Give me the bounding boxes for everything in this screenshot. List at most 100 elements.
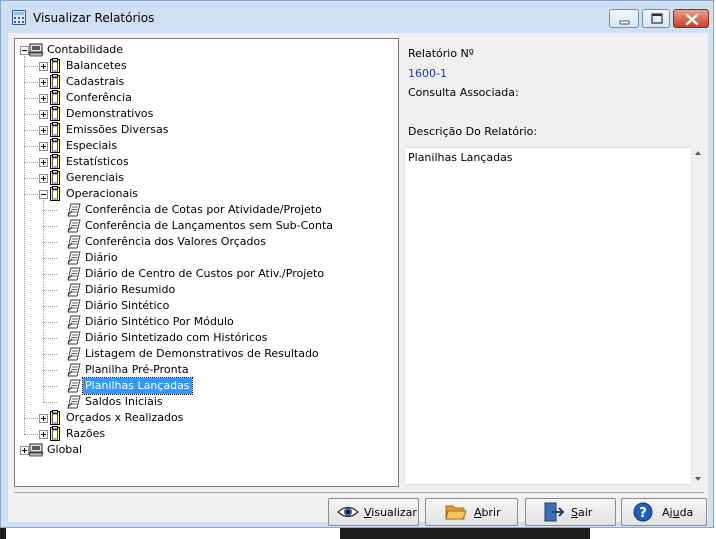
visualizar-label-post: isualizar	[371, 506, 417, 519]
tree-item[interactable]: Orçados x Realizados	[66, 410, 183, 426]
folder-icon	[47, 186, 63, 202]
tree-item[interactable]: Emissões Diversas	[66, 122, 168, 138]
tree-connector-line	[24, 82, 38, 83]
tree-connector-line	[43, 402, 57, 403]
scroll-up-arrow-icon[interactable]	[695, 151, 701, 155]
help-icon: ?	[633, 502, 653, 522]
report-description-box[interactable]: Planilhas Lançadas	[404, 147, 692, 485]
calculator-app-icon	[12, 10, 26, 25]
tree-item[interactable]: Diário Sintetizado com Históricos	[85, 330, 267, 346]
tree-item[interactable]: Estatísticos	[66, 154, 129, 170]
folder-icon	[47, 154, 63, 170]
tree-item[interactable]: Diário Sintético	[85, 298, 169, 314]
report-number-value: 1600-1	[408, 67, 447, 80]
tree-item[interactable]: Saldos Iniciais	[85, 394, 163, 410]
tree-item[interactable]: Gerenciais	[66, 170, 124, 186]
tree-item[interactable]: Operacionais	[66, 186, 138, 202]
tree-connector-line	[43, 370, 57, 371]
report-tree-view[interactable]: Contabilidade Balancetes Cadastrais Conferê…	[14, 38, 399, 487]
report-icon	[66, 394, 82, 410]
tree-connector-line	[43, 210, 57, 211]
visualizar-button[interactable]: Visualizar	[328, 498, 419, 526]
scroll-down-arrow-icon[interactable]	[695, 477, 701, 481]
folder-icon	[47, 138, 63, 154]
tree-connector-line	[24, 66, 38, 67]
close-button[interactable]	[673, 9, 709, 28]
report-number-label: Relatório Nº	[408, 47, 474, 60]
tree-connector-line	[43, 306, 57, 307]
report-viewer-window: Visualizar Relatórios Contabilidade Balan…	[0, 0, 714, 528]
tree-connector-line	[24, 114, 38, 115]
report-icon	[66, 298, 82, 314]
folder-icon	[47, 106, 63, 122]
tree-connector-line	[43, 290, 57, 291]
folder-open-icon	[445, 505, 467, 520]
tree-item[interactable]: Diário Sintético Por Módulo	[85, 314, 234, 330]
sair-button[interactable]: Sair	[525, 498, 616, 526]
report-icon	[66, 218, 82, 234]
maximize-button[interactable]	[642, 9, 670, 28]
maximize-icon	[651, 13, 663, 24]
report-icon	[66, 266, 82, 282]
window-title: Visualizar Relatórios	[33, 11, 155, 25]
exit-icon	[544, 502, 565, 522]
tree-connector-line	[24, 194, 38, 195]
ajuda-accesskey: u	[672, 506, 680, 519]
tree-item[interactable]: Especiais	[66, 138, 117, 154]
description-scrollbar[interactable]	[692, 147, 704, 485]
tree-item[interactable]: Diário de Centro de Custos por Ativ./Pro…	[85, 266, 324, 282]
computer-icon	[28, 442, 44, 458]
report-icon	[66, 202, 82, 218]
abrir-button[interactable]: Abrir	[425, 498, 518, 526]
tree-connector-line	[43, 338, 57, 339]
tree-connector-line	[43, 200, 44, 402]
tree-connector-line	[43, 258, 57, 259]
tree-connector-line	[24, 162, 38, 163]
report-icon	[66, 378, 82, 394]
tree-item[interactable]: Conferência dos Valores Orçados	[85, 234, 266, 250]
tree-connector-line	[24, 146, 38, 147]
report-icon	[66, 282, 82, 298]
tree-item[interactable]: Cadastrais	[66, 74, 124, 90]
tree-connector-line	[43, 386, 57, 387]
ajuda-label-post: da	[679, 506, 694, 519]
tree-connector-line	[24, 130, 38, 131]
report-icon	[66, 234, 82, 250]
tree-item[interactable]: Demonstrativos	[66, 106, 153, 122]
tree-item[interactable]: Conferência de Cotas por Atividade/Proje…	[85, 202, 322, 218]
tree-connector-line	[43, 322, 57, 323]
eye-icon	[337, 506, 359, 518]
tree-item-selected[interactable]: Planilhas Lançadas	[82, 377, 193, 395]
tree-connector-line	[43, 242, 57, 243]
tree-connector-line	[43, 274, 57, 275]
minimize-button[interactable]	[609, 9, 639, 28]
tree-connector-line	[24, 178, 38, 179]
abrir-label-post: brir	[481, 506, 501, 519]
tree-item[interactable]: Diário	[85, 250, 118, 266]
tree-item[interactable]: Global	[47, 442, 82, 458]
computer-icon	[28, 42, 44, 58]
title-bar[interactable]: Visualizar Relatórios	[1, 1, 713, 33]
tree-item[interactable]: Planilha Pré-Pronta	[85, 362, 189, 378]
ajuda-button[interactable]: ? Ajuda	[621, 498, 707, 526]
svg-text:?: ?	[639, 506, 647, 521]
report-icon	[66, 250, 82, 266]
tree-item[interactable]: Contabilidade	[47, 42, 123, 58]
folder-icon	[47, 170, 63, 186]
sair-label-post: air	[577, 506, 593, 519]
report-icon	[66, 346, 82, 362]
folder-icon	[47, 90, 63, 106]
tree-connector-line	[24, 56, 25, 434]
tree-connector-line	[43, 354, 57, 355]
tree-item[interactable]: Conferência	[66, 90, 132, 106]
tree-item[interactable]: Balancetes	[66, 58, 127, 74]
tree-item[interactable]: Razões	[66, 426, 105, 442]
folder-icon	[47, 58, 63, 74]
minimize-icon	[619, 20, 630, 25]
tree-item[interactable]: Listagem de Demonstrativos de Resultado	[85, 346, 319, 362]
tree-item[interactable]: Diário Resumido	[85, 282, 175, 298]
report-icon	[66, 314, 82, 330]
abrir-accesskey: A	[474, 506, 482, 519]
tree-item[interactable]: Conferência de Lançamentos sem Sub-Conta	[85, 218, 333, 234]
ajuda-label-pre: Aj	[662, 506, 673, 519]
